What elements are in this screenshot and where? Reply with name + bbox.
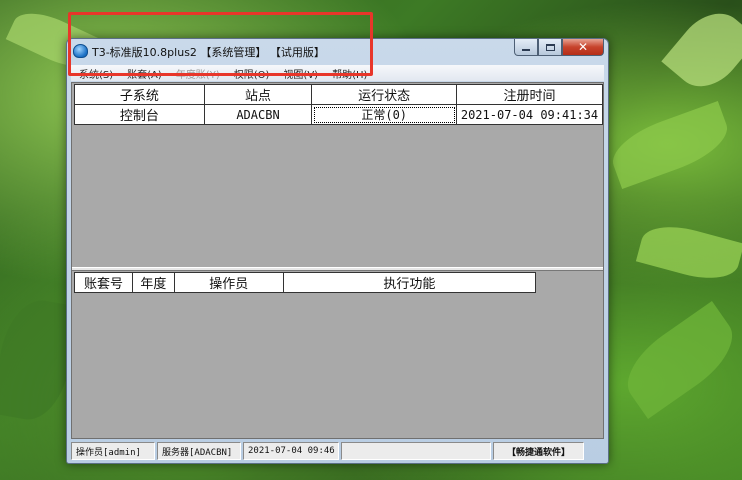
status-datetime: 2021-07-04 09:46	[243, 442, 339, 460]
close-button[interactable]: ✕	[562, 39, 604, 56]
column-header-function[interactable]: 执行功能	[282, 272, 537, 293]
background-leaf	[661, 0, 742, 100]
maximize-button[interactable]	[538, 39, 562, 56]
cell-subsystem[interactable]: 控制台	[74, 104, 205, 125]
column-header-operator[interactable]: 操作员	[173, 272, 284, 293]
background-leaf	[613, 301, 742, 419]
table-header-row: 子系统 站点 运行状态 注册时间	[74, 84, 603, 105]
minimize-button[interactable]	[514, 39, 538, 56]
status-brand: 【畅捷通软件】	[493, 442, 584, 460]
background-leaf	[605, 100, 735, 190]
column-header-site[interactable]: 站点	[203, 84, 313, 105]
status-empty-panel	[341, 442, 491, 460]
background-leaf	[635, 217, 742, 288]
task-table: 账套号 年度 操作员 执行功能	[74, 272, 537, 293]
subsystem-table: 子系统 站点 运行状态 注册时间 控制台 ADACBN 正常(0) 2021-0…	[74, 84, 603, 125]
column-header-subsystem[interactable]: 子系统	[74, 84, 205, 105]
table-row[interactable]: 控制台 ADACBN 正常(0) 2021-07-04 09:41:34	[74, 104, 603, 125]
column-header-year[interactable]: 年度	[131, 272, 175, 293]
cell-site[interactable]: ADACBN	[203, 104, 313, 125]
maximize-icon	[545, 43, 555, 51]
status-bar: 操作员[admin] 服务器[ADACBN] 2021-07-04 09:46 …	[71, 442, 604, 460]
annotation-highlight-box	[68, 12, 373, 76]
table-header-row: 账套号 年度 操作员 执行功能	[74, 272, 537, 293]
window-controls: ✕	[514, 39, 604, 56]
close-icon: ✕	[577, 40, 589, 54]
column-header-register-time[interactable]: 注册时间	[456, 84, 603, 105]
client-area: 子系统 站点 运行状态 注册时间 控制台 ADACBN 正常(0) 2021-0…	[71, 82, 604, 439]
minimize-icon	[522, 48, 530, 51]
cell-register-time[interactable]: 2021-07-04 09:41:34	[456, 104, 603, 125]
pane-splitter[interactable]	[72, 267, 603, 271]
column-header-run-status[interactable]: 运行状态	[311, 84, 457, 105]
system-management-window: T3-标准版10.8plus2 【系统管理】 【试用版】 ✕ 系统(S) 账套(…	[66, 38, 609, 464]
status-server: 服务器[ADACBN]	[157, 442, 241, 460]
status-operator: 操作员[admin]	[71, 442, 155, 460]
cell-run-status[interactable]: 正常(0)	[311, 104, 457, 125]
column-header-account-set-no[interactable]: 账套号	[74, 272, 133, 293]
